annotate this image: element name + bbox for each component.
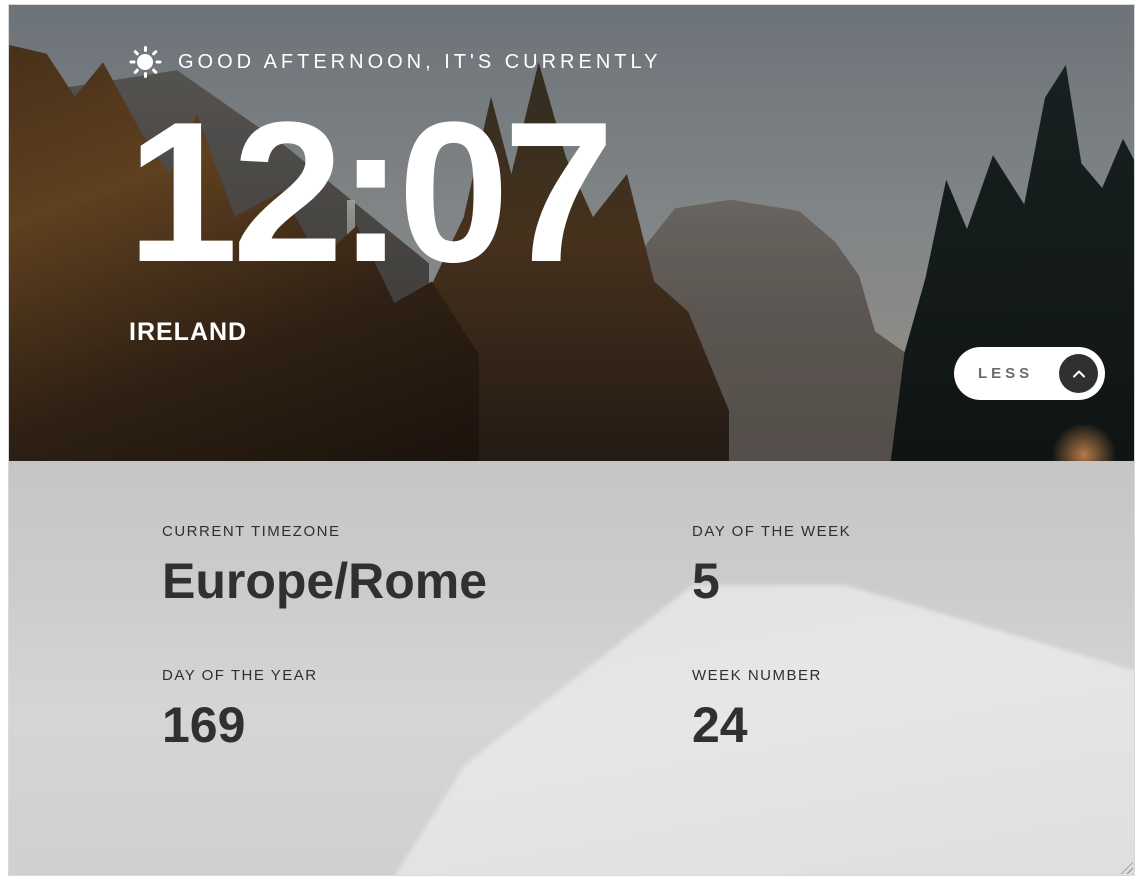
greeting: GOOD AFTERNOON, IT'S CURRENTLY [128, 45, 661, 79]
day-of-year-value: 169 [162, 697, 246, 753]
less-button-label: LESS [978, 365, 1034, 382]
timezone-value: Europe/Rome [162, 553, 488, 609]
timezone-label: CURRENT TIMEZONE [162, 523, 341, 540]
day-of-year-block: DAY OF THE YEAR 169 [162, 667, 318, 750]
day-of-year-label: DAY OF THE YEAR [162, 667, 318, 684]
week-number-label: WEEK NUMBER [692, 667, 822, 684]
details-panel: CURRENT TIMEZONE Europe/Rome DAY OF THE … [9, 461, 1134, 875]
app-window: GOOD AFTERNOON, IT'S CURRENTLY 12:07 IRE… [8, 4, 1135, 876]
greeting-text: GOOD AFTERNOON, IT'S CURRENTLY [178, 50, 662, 73]
timezone-block: CURRENT TIMEZONE Europe/Rome [162, 523, 487, 606]
current-time: 12:07 [127, 81, 615, 304]
week-number-block: WEEK NUMBER 24 [692, 667, 822, 750]
sun-icon [128, 45, 162, 79]
week-number-value: 24 [692, 697, 748, 753]
day-of-week-label: DAY OF THE WEEK [692, 523, 852, 540]
chevron-up-icon[interactable] [1059, 354, 1098, 393]
location: IRELAND [129, 318, 248, 346]
day-of-week-value: 5 [692, 553, 720, 609]
day-of-week-block: DAY OF THE WEEK 5 [692, 523, 851, 606]
less-button[interactable]: LESS [954, 347, 1105, 400]
